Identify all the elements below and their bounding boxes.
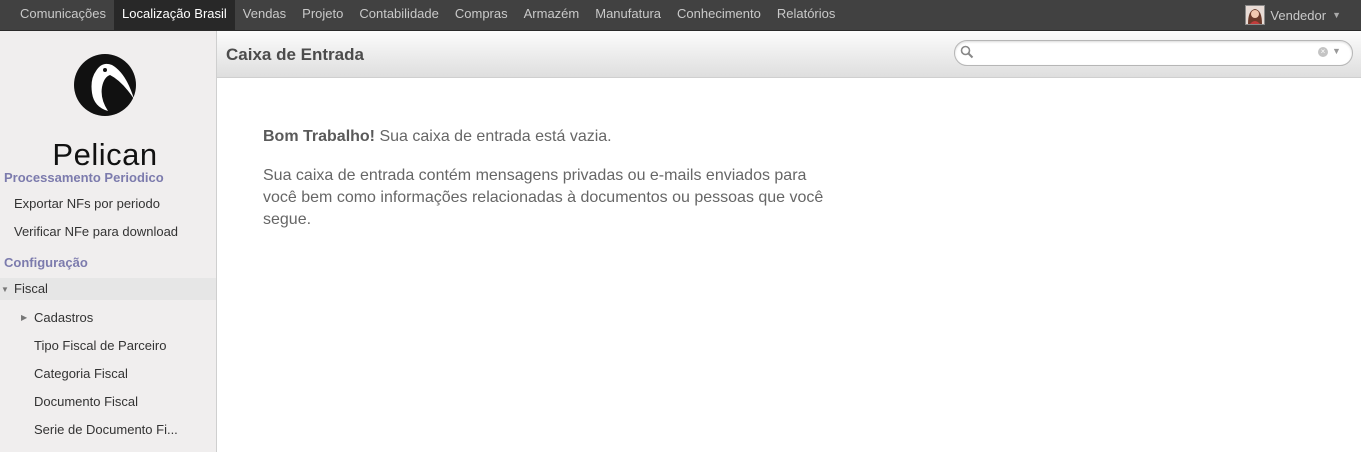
topnav-contabilidade[interactable]: Contabilidade — [351, 0, 447, 30]
topnav-vendas[interactable]: Vendas — [235, 0, 294, 30]
bom-trabalho-text: Bom Trabalho! — [263, 128, 376, 145]
inbox-empty-text: Sua caixa de entrada está vazia. — [375, 128, 612, 145]
topnav-comunicacoes[interactable]: Comunicações — [12, 0, 114, 30]
page-title: Caixa de Entrada — [226, 45, 364, 64]
top-nav: Comunicações Localização Brasil Vendas P… — [12, 0, 843, 30]
menu-documento-fiscal[interactable]: Documento Fiscal — [34, 394, 138, 409]
topnav-relatorios[interactable]: Relatórios — [769, 0, 844, 30]
search-options-dropdown-icon[interactable]: ▼ — [1332, 46, 1341, 56]
menu-fiscal-row[interactable]: ▼ Fiscal — [0, 278, 216, 300]
expanded-triangle-icon: ▼ — [1, 285, 9, 294]
menu-serie-documento-fiscal[interactable]: Serie de Documento Fi... — [34, 422, 178, 437]
collapsed-triangle-icon: ▶ — [21, 313, 28, 322]
menu-verificar-nfe[interactable]: Verificar NFe para download — [14, 224, 178, 239]
topnav-compras[interactable]: Compras — [447, 0, 516, 30]
logo-text: Pelican — [52, 137, 158, 172]
pelican-logo-icon — [74, 54, 136, 116]
search-input[interactable] — [977, 43, 1321, 63]
menu-cadastros[interactable]: Cadastros — [34, 310, 93, 325]
menu-categoria-fiscal[interactable]: Categoria Fiscal — [34, 366, 128, 381]
content-header: Caixa de Entrada × ▼ — [217, 31, 1361, 78]
sidebar: Pelican Processamento Periodico Exportar… — [0, 31, 217, 452]
topnav-armazem[interactable]: Armazém — [516, 0, 588, 30]
topnav-projeto[interactable]: Projeto — [294, 0, 351, 30]
top-menu-bar: Comunicações Localização Brasil Vendas P… — [0, 0, 1361, 31]
user-menu[interactable]: Vendedor ▼ — [1245, 0, 1341, 30]
section-configuracao[interactable]: Configuração — [4, 255, 88, 270]
section-processamento-periodico[interactable]: Processamento Periodico — [4, 170, 164, 185]
menu-exportar-nfs[interactable]: Exportar NFs por periodo — [14, 196, 160, 211]
avatar-icon — [1245, 5, 1266, 25]
user-name: Vendedor — [1270, 7, 1327, 23]
inbox-description: Sua caixa de entrada contém mensagens pr… — [263, 167, 824, 228]
clear-search-icon[interactable]: × — [1318, 47, 1328, 57]
logo: Pelican — [0, 51, 216, 181]
topnav-manufatura[interactable]: Manufatura — [587, 0, 669, 30]
chevron-down-icon: ▼ — [1332, 10, 1341, 20]
search-icon — [960, 45, 974, 59]
topnav-conhecimento[interactable]: Conhecimento — [669, 0, 769, 30]
menu-tipo-fiscal-parceiro[interactable]: Tipo Fiscal de Parceiro — [34, 338, 166, 353]
topnav-localizacao-brasil[interactable]: Localização Brasil — [114, 0, 235, 30]
inbox-empty-message: Bom Trabalho! Sua caixa de entrada está … — [263, 126, 833, 248]
search-box[interactable]: × ▼ — [954, 40, 1353, 66]
inbox-empty-line: Bom Trabalho! Sua caixa de entrada está … — [263, 126, 833, 148]
menu-fiscal[interactable]: Fiscal — [14, 281, 48, 296]
